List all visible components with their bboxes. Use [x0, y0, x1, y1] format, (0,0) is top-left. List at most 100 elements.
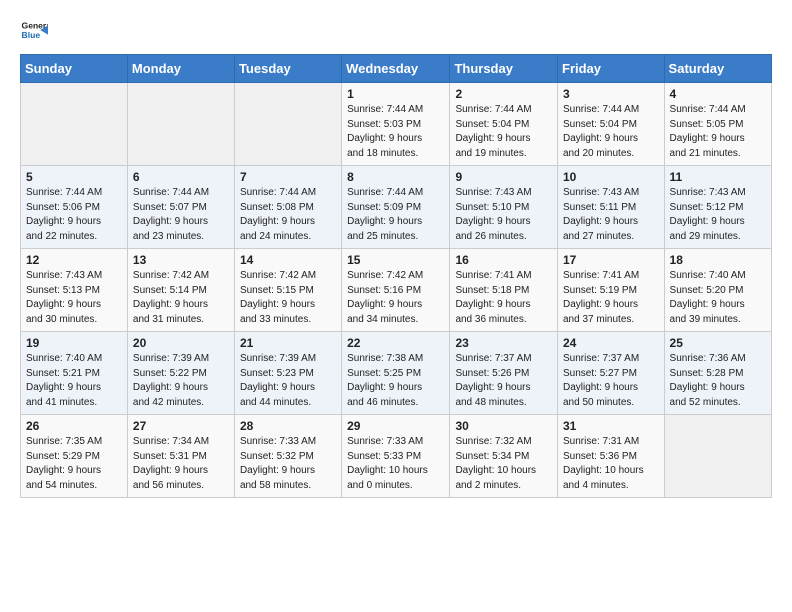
calendar-cell: 10 Sunrise: 7:43 AM Sunset: 5:11 PM Dayli… [558, 166, 665, 249]
day-number: 2 [455, 87, 552, 101]
calendar-cell: 31 Sunrise: 7:31 AM Sunset: 5:36 PM Dayli… [558, 415, 665, 498]
day-info: Sunrise: 7:37 AM Sunset: 5:27 PM Dayligh… [563, 352, 659, 410]
calendar-cell: 13 Sunrise: 7:42 AM Sunset: 5:14 PM Dayli… [127, 249, 234, 332]
day-info: Sunrise: 7:44 AM Sunset: 5:05 PM Dayligh… [670, 103, 766, 161]
calendar-cell: 22 Sunrise: 7:38 AM Sunset: 5:25 PM Dayli… [342, 332, 450, 415]
calendar-cell: 11 Sunrise: 7:43 AM Sunset: 5:12 PM Dayli… [664, 166, 771, 249]
calendar-cell: 23Sunrise: 7:37 AM Sunset: 5:26 PM Dayli… [450, 332, 558, 415]
day-number: 9 [455, 170, 552, 184]
day-number: 5 [26, 170, 122, 184]
calendar-cell: 8 Sunrise: 7:44 AM Sunset: 5:09 PM Daylig… [342, 166, 450, 249]
day-number: 14 [240, 253, 336, 267]
day-number: 7 [240, 170, 336, 184]
day-info: Sunrise: 7:37 AM Sunset: 5:26 PM Dayligh… [455, 352, 552, 410]
calendar-cell: 5Sunrise: 7:44 AM Sunset: 5:06 PM Daylig… [21, 166, 128, 249]
day-number: 11 [670, 170, 766, 184]
calendar-cell: 12 Sunrise: 7:43 AM Sunset: 5:13 PM Dayli… [21, 249, 128, 332]
svg-text:Blue: Blue [22, 30, 41, 40]
calendar-cell: 7 Sunrise: 7:44 AM Sunset: 5:08 PM Daylig… [234, 166, 341, 249]
day-info: Sunrise: 7:43 AM Sunset: 5:13 PM Dayligh… [26, 269, 122, 327]
day-of-week-header: Monday [127, 55, 234, 83]
day-number: 24 [563, 336, 659, 350]
calendar-cell: 30 Sunrise: 7:32 AM Sunset: 5:34 PM Dayli… [450, 415, 558, 498]
day-number: 17 [563, 253, 659, 267]
day-info: Sunrise: 7:36 AM Sunset: 5:28 PM Dayligh… [670, 352, 766, 410]
day-info: Sunrise: 7:34 AM Sunset: 5:31 PM Dayligh… [133, 435, 229, 493]
calendar-cell: 6 Sunrise: 7:44 AM Sunset: 5:07 PM Daylig… [127, 166, 234, 249]
calendar-cell: 4Sunrise: 7:44 AM Sunset: 5:05 PM Daylig… [664, 83, 771, 166]
day-info: Sunrise: 7:42 AM Sunset: 5:16 PM Dayligh… [347, 269, 444, 327]
day-of-week-header: Thursday [450, 55, 558, 83]
day-info: Sunrise: 7:42 AM Sunset: 5:14 PM Dayligh… [133, 269, 229, 327]
day-of-week-header: Tuesday [234, 55, 341, 83]
day-info: Sunrise: 7:39 AM Sunset: 5:23 PM Dayligh… [240, 352, 336, 410]
calendar-cell: 15 Sunrise: 7:42 AM Sunset: 5:16 PM Dayli… [342, 249, 450, 332]
day-info: Sunrise: 7:40 AM Sunset: 5:20 PM Dayligh… [670, 269, 766, 327]
calendar-cell: 29 Sunrise: 7:33 AM Sunset: 5:33 PM Dayli… [342, 415, 450, 498]
day-number: 6 [133, 170, 229, 184]
day-number: 13 [133, 253, 229, 267]
day-number: 20 [133, 336, 229, 350]
calendar-week-row: 5Sunrise: 7:44 AM Sunset: 5:06 PM Daylig… [21, 166, 772, 249]
day-info: Sunrise: 7:40 AM Sunset: 5:21 PM Dayligh… [26, 352, 122, 410]
day-number: 27 [133, 419, 229, 433]
calendar-cell: 24 Sunrise: 7:37 AM Sunset: 5:27 PM Dayli… [558, 332, 665, 415]
calendar-cell: 17 Sunrise: 7:41 AM Sunset: 5:19 PM Dayli… [558, 249, 665, 332]
day-info: Sunrise: 7:44 AM Sunset: 5:09 PM Dayligh… [347, 186, 444, 244]
day-info: Sunrise: 7:44 AM Sunset: 5:07 PM Dayligh… [133, 186, 229, 244]
calendar-cell: 2 Sunrise: 7:44 AM Sunset: 5:04 PM Daylig… [450, 83, 558, 166]
day-of-week-header: Wednesday [342, 55, 450, 83]
header: General Blue [20, 16, 772, 44]
calendar-header-row: SundayMondayTuesdayWednesdayThursdayFrid… [21, 55, 772, 83]
day-info: Sunrise: 7:43 AM Sunset: 5:10 PM Dayligh… [455, 186, 552, 244]
day-info: Sunrise: 7:43 AM Sunset: 5:12 PM Dayligh… [670, 186, 766, 244]
calendar-cell: 28Sunrise: 7:33 AM Sunset: 5:32 PM Dayli… [234, 415, 341, 498]
day-info: Sunrise: 7:33 AM Sunset: 5:33 PM Dayligh… [347, 435, 444, 493]
calendar-cell [234, 83, 341, 166]
day-number: 21 [240, 336, 336, 350]
day-info: Sunrise: 7:43 AM Sunset: 5:11 PM Dayligh… [563, 186, 659, 244]
calendar-cell: 9 Sunrise: 7:43 AM Sunset: 5:10 PM Daylig… [450, 166, 558, 249]
day-number: 16 [455, 253, 552, 267]
calendar-cell: 26Sunrise: 7:35 AM Sunset: 5:29 PM Dayli… [21, 415, 128, 498]
day-info: Sunrise: 7:41 AM Sunset: 5:19 PM Dayligh… [563, 269, 659, 327]
day-info: Sunrise: 7:32 AM Sunset: 5:34 PM Dayligh… [455, 435, 552, 493]
logo: General Blue [20, 16, 50, 44]
day-number: 8 [347, 170, 444, 184]
day-info: Sunrise: 7:44 AM Sunset: 5:03 PM Dayligh… [347, 103, 444, 161]
day-number: 18 [670, 253, 766, 267]
day-info: Sunrise: 7:44 AM Sunset: 5:04 PM Dayligh… [563, 103, 659, 161]
calendar-cell: 3 Sunrise: 7:44 AM Sunset: 5:04 PM Daylig… [558, 83, 665, 166]
day-number: 1 [347, 87, 444, 101]
day-info: Sunrise: 7:38 AM Sunset: 5:25 PM Dayligh… [347, 352, 444, 410]
day-info: Sunrise: 7:44 AM Sunset: 5:08 PM Dayligh… [240, 186, 336, 244]
day-number: 12 [26, 253, 122, 267]
day-of-week-header: Sunday [21, 55, 128, 83]
day-info: Sunrise: 7:41 AM Sunset: 5:18 PM Dayligh… [455, 269, 552, 327]
calendar-cell: 21 Sunrise: 7:39 AM Sunset: 5:23 PM Dayli… [234, 332, 341, 415]
calendar-week-row: 26Sunrise: 7:35 AM Sunset: 5:29 PM Dayli… [21, 415, 772, 498]
day-number: 29 [347, 419, 444, 433]
day-number: 30 [455, 419, 552, 433]
calendar-cell [127, 83, 234, 166]
day-number: 22 [347, 336, 444, 350]
calendar-cell: 16 Sunrise: 7:41 AM Sunset: 5:18 PM Dayli… [450, 249, 558, 332]
calendar-cell: 14Sunrise: 7:42 AM Sunset: 5:15 PM Dayli… [234, 249, 341, 332]
day-of-week-header: Saturday [664, 55, 771, 83]
calendar-cell [21, 83, 128, 166]
calendar-week-row: 12 Sunrise: 7:43 AM Sunset: 5:13 PM Dayli… [21, 249, 772, 332]
day-number: 3 [563, 87, 659, 101]
day-number: 25 [670, 336, 766, 350]
day-info: Sunrise: 7:31 AM Sunset: 5:36 PM Dayligh… [563, 435, 659, 493]
day-number: 10 [563, 170, 659, 184]
day-info: Sunrise: 7:35 AM Sunset: 5:29 PM Dayligh… [26, 435, 122, 493]
day-number: 31 [563, 419, 659, 433]
calendar-cell: 25 Sunrise: 7:36 AM Sunset: 5:28 PM Dayli… [664, 332, 771, 415]
logo-icon: General Blue [20, 16, 48, 44]
page: General Blue SundayMondayTuesdayWednesda… [0, 0, 792, 612]
day-number: 15 [347, 253, 444, 267]
calendar-cell: 1 Sunrise: 7:44 AM Sunset: 5:03 PM Daylig… [342, 83, 450, 166]
calendar-cell: 27 Sunrise: 7:34 AM Sunset: 5:31 PM Dayli… [127, 415, 234, 498]
calendar-cell: 19Sunrise: 7:40 AM Sunset: 5:21 PM Dayli… [21, 332, 128, 415]
day-info: Sunrise: 7:44 AM Sunset: 5:04 PM Dayligh… [455, 103, 552, 161]
